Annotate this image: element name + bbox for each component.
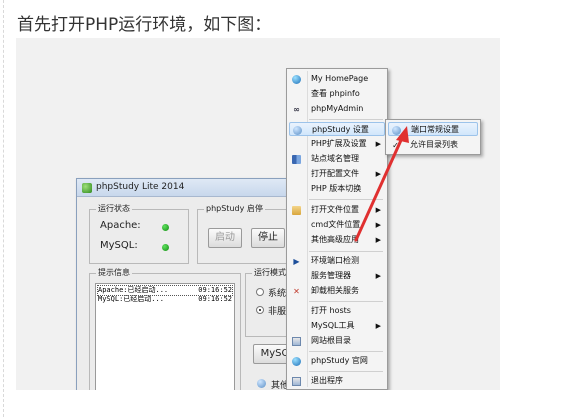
menu-item-mysql-tools[interactable]: MySQL工具 ▶ <box>289 319 385 333</box>
menu-item-homepage[interactable]: My HomePage <box>289 72 385 86</box>
screenshot-image: phpStudy Lite 2014 运行状态 Apache: MySQL: p… <box>16 38 500 390</box>
mode-radio-system[interactable] <box>256 288 264 296</box>
checkmark-icon: ✓ <box>392 141 399 150</box>
menu-item-site-domain[interactable]: 站点域名管理 <box>289 152 385 166</box>
exit-icon <box>292 377 301 386</box>
mode-group-label: 运行模式 <box>252 268 288 278</box>
menu-separator <box>309 199 383 200</box>
menu-item-phpinfo[interactable]: 查看 phpinfo <box>289 87 385 101</box>
menu-item-open-hosts[interactable]: 打开 hosts <box>289 304 385 318</box>
disk-icon <box>292 337 301 346</box>
start-stop-group-label: phpStudy 启停 <box>204 204 265 214</box>
menu-item-exit[interactable]: 退出程序 <box>289 374 385 388</box>
submenu-arrow-icon: ▶ <box>375 206 381 214</box>
submenu-arrow-icon: ▶ <box>375 140 381 148</box>
submenu-arrow-icon: ▶ <box>375 221 381 229</box>
apache-status-led <box>162 224 169 231</box>
menu-item-phpstudy-settings[interactable]: phpStudy 设置 <box>289 122 385 136</box>
arrow-icon: ▶ <box>293 257 300 266</box>
mysql-status-led <box>162 244 169 251</box>
folder-icon <box>292 206 301 215</box>
gear-icon <box>392 126 401 135</box>
page-heading: 首先打开PHP运行环境，如下图： <box>17 15 272 35</box>
menu-item-official-site[interactable]: phpStudy 官网 <box>289 354 385 368</box>
menu-separator <box>309 251 383 252</box>
gear-icon <box>257 379 266 388</box>
info-line: Apache:已经启动... 09:16:52 <box>97 285 233 296</box>
link-icon: ∞ <box>293 105 300 114</box>
menu-item-advanced[interactable]: 其他高级应用 ▶ <box>289 233 385 247</box>
mode-radio-system-label: 系统 <box>268 289 287 299</box>
submenu-arrow-icon: ▶ <box>375 170 381 178</box>
settings-submenu: 端口常规设置 ✓ 允许目录列表 <box>385 119 481 155</box>
mode-radio-nonservice-label: 非服 <box>268 307 287 317</box>
menu-item-php-extensions[interactable]: PHP扩展及设置 ▶ <box>289 137 385 151</box>
menu-separator <box>309 301 383 302</box>
window-title: phpStudy Lite 2014 <box>96 182 185 192</box>
apache-label: Apache: <box>100 220 141 231</box>
tray-context-menu: My HomePage 查看 phpinfo ∞ phpMyAdmin phpS… <box>286 68 388 390</box>
submenu-item-port-settings[interactable]: 端口常规设置 <box>388 122 478 136</box>
mode-radio-nonservice[interactable] <box>256 306 264 314</box>
info-line: MySQL:已经启动... 09:16:52 <box>98 295 232 303</box>
mysql-label: MySQL: <box>100 240 138 251</box>
submenu-item-directory-listing[interactable]: ✓ 允许目录列表 <box>388 138 478 152</box>
menu-item-web-root[interactable]: 网站根目录 <box>289 334 385 348</box>
start-button[interactable]: 启动 <box>208 228 242 248</box>
menu-item-phpmyadmin[interactable]: ∞ phpMyAdmin <box>289 102 385 116</box>
info-list[interactable]: Apache:已经启动... 09:16:52 MySQL:已经启动... 09… <box>95 283 235 390</box>
globe-icon <box>292 75 301 84</box>
status-group-label: 运行状态 <box>96 204 132 214</box>
status-group: 运行状态 Apache: MySQL: <box>89 204 189 264</box>
menu-item-open-config[interactable]: 打开配置文件 ▶ <box>289 167 385 181</box>
submenu-arrow-icon: ▶ <box>375 272 381 280</box>
info-group-label: 提示信息 <box>96 268 132 278</box>
menu-item-service-manager[interactable]: 服务管理器 ▶ <box>289 269 385 283</box>
submenu-arrow-icon: ▶ <box>375 236 381 244</box>
stop-button[interactable]: 停止 <box>251 228 285 248</box>
menu-item-cmd-location[interactable]: cmd文件位置 ▶ <box>289 218 385 232</box>
phpstudy-app-icon <box>82 183 92 193</box>
menu-item-uninstall-services[interactable]: ✕ 卸载相关服务 <box>289 284 385 298</box>
grid-icon <box>292 155 301 164</box>
submenu-arrow-icon: ▶ <box>375 322 381 330</box>
menu-item-php-version[interactable]: PHP 版本切换 <box>289 182 385 196</box>
menu-item-open-file-location[interactable]: 打开文件位置 ▶ <box>289 203 385 217</box>
gear-icon <box>293 126 302 135</box>
menu-item-port-check[interactable]: ▶ 环境端口检测 <box>289 254 385 268</box>
x-icon: ✕ <box>293 287 300 296</box>
left-dashed-border <box>3 0 4 417</box>
menu-separator <box>309 371 383 372</box>
menu-separator <box>309 351 383 352</box>
globe-icon <box>292 357 301 366</box>
menu-separator <box>309 119 383 120</box>
